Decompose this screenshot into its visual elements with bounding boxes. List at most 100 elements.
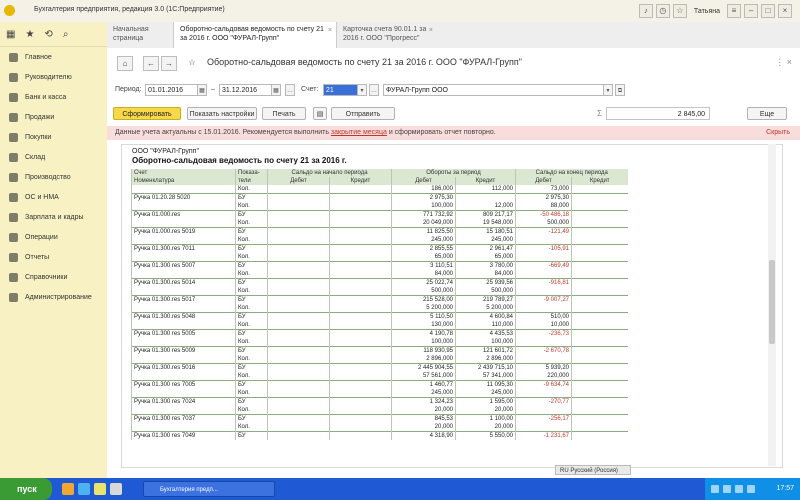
table-cell: БУ (235, 397, 268, 406)
sidebar-item[interactable]: Администрирование (0, 287, 107, 307)
date-to-field[interactable]: 31.12.2016 (219, 84, 277, 96)
minimize-icon[interactable]: – (744, 4, 758, 18)
table-cell (329, 389, 392, 398)
sidebar-item[interactable]: Банк и касса (0, 87, 107, 107)
chevron-down-icon[interactable]: ▾ (603, 84, 613, 96)
open-icon[interactable]: ⧉ (615, 84, 625, 96)
table-cell (571, 270, 628, 279)
maximize-icon[interactable]: □ (761, 4, 775, 18)
table-cell (329, 355, 392, 364)
table-cell (329, 414, 392, 423)
tab-osv-21[interactable]: Оборотно-сальдовая ведомость по счету 21… (173, 22, 337, 48)
sidebar-item[interactable]: Главное (0, 47, 107, 67)
send-button[interactable]: Отправить (331, 107, 395, 120)
bell-icon[interactable]: ♪ (638, 4, 653, 18)
more-button[interactable]: Еще (747, 107, 787, 120)
home-icon[interactable]: ⌂ (117, 56, 133, 71)
tab-home[interactable]: Начальная страница (107, 22, 177, 48)
apps-grid-icon[interactable]: ▦ (6, 29, 15, 40)
app-1c-icon[interactable] (94, 483, 106, 495)
chevron-down-icon[interactable]: ▾ (357, 84, 367, 96)
sidebar-item[interactable]: Руководителю (0, 67, 107, 87)
table-cell: 121 601,72 (455, 346, 516, 355)
sidebar-item[interactable]: Зарплата и кадры (0, 207, 107, 227)
table-cell (267, 346, 330, 355)
table-cell: 2 896,000 (391, 355, 456, 364)
calendar-icon[interactable]: ▦ (271, 84, 281, 96)
show-settings-button[interactable]: Показать настройки (187, 107, 257, 120)
table-cell (267, 202, 330, 211)
organization-field[interactable]: ФУРАЛ-Групп ООО (383, 84, 605, 96)
sidebar-item[interactable]: Производство (0, 167, 107, 187)
volume-icon[interactable] (723, 485, 731, 493)
sidebar-item[interactable]: ОС и НМА (0, 187, 107, 207)
browser-icon[interactable] (78, 483, 90, 495)
close-icon[interactable]: × (429, 26, 433, 35)
table-cell: Ручка 01.000.res 5019 (131, 227, 236, 236)
account-field[interactable]: 21 (323, 84, 359, 96)
table-cell: 4 190,78 (391, 329, 456, 338)
table-cell (267, 287, 330, 296)
table-cell: БУ (235, 363, 268, 372)
table-cell (515, 389, 572, 398)
sidebar-item-label: Покупки (25, 133, 52, 141)
table-cell (329, 202, 392, 211)
tab-account-card[interactable]: Карточка счета 90.01.1 за 2016 г. ООО "П… (337, 22, 437, 48)
hide-warning-link[interactable]: Скрыть (766, 126, 790, 140)
report-scrollbar[interactable] (768, 144, 776, 466)
sidebar-item[interactable]: Продажи (0, 107, 107, 127)
star-icon[interactable]: ☆ (672, 4, 687, 18)
calendar-icon[interactable]: ▦ (197, 84, 207, 96)
table-cell (515, 355, 572, 364)
history-icon[interactable]: ◷ (655, 4, 670, 18)
favorite-star-icon[interactable]: ☆ (185, 56, 199, 69)
sidebar-item[interactable]: Операции (0, 227, 107, 247)
table-cell: 219 789,27 (455, 295, 516, 304)
folder-icon[interactable] (62, 483, 74, 495)
sidebar-item[interactable]: Справочники (0, 267, 107, 287)
table-cell (131, 219, 236, 228)
generate-button[interactable]: Сформировать (113, 107, 181, 120)
keyboard-layout-indicator[interactable]: RU Русский (Россия) (555, 465, 631, 475)
menu-icon[interactable]: ≡ (727, 4, 741, 18)
taskbar-window-button[interactable]: Бухгалтерия предп... (143, 481, 275, 497)
scroll-thumb[interactable] (769, 260, 775, 344)
table-cell: БУ (235, 227, 268, 236)
list-icon (9, 52, 18, 62)
select-button[interactable]: … (369, 84, 379, 96)
history-icon[interactable]: ⟲ (44, 29, 52, 40)
table-cell: 5 550,00 (455, 431, 516, 440)
more-actions-icon[interactable]: ⋮ × (775, 57, 792, 68)
close-month-link[interactable]: закрытие месяца (331, 129, 387, 136)
forward-arrow-icon[interactable]: → (161, 56, 177, 71)
sidebar-item[interactable]: Отчеты (0, 247, 107, 267)
security-icon[interactable] (735, 485, 743, 493)
start-button[interactable]: пуск (0, 478, 52, 500)
table-cell (571, 219, 628, 228)
save-icon[interactable]: ▤ (313, 107, 327, 120)
bank-icon (9, 92, 18, 102)
table-cell: 84,000 (455, 270, 516, 279)
table-cell: 500,000 (391, 287, 456, 296)
gear-icon (9, 292, 18, 302)
language-icon[interactable] (747, 485, 755, 493)
network-icon[interactable] (711, 485, 719, 493)
favorites-star-icon[interactable]: ★ (25, 29, 34, 40)
close-icon[interactable]: × (778, 4, 792, 18)
back-arrow-icon[interactable]: ← (143, 56, 159, 71)
sidebar-item[interactable]: Покупки (0, 127, 107, 147)
user-name[interactable]: Татьяна (690, 8, 724, 15)
sidebar-item[interactable]: Склад (0, 147, 107, 167)
table-cell (329, 312, 392, 321)
search-icon[interactable]: ⌕ (63, 29, 69, 40)
table-cell (131, 338, 236, 347)
date-from-field[interactable]: 01.01.2016 (145, 84, 203, 96)
table-cell: Кол. (235, 304, 268, 313)
table-cell: 771 732,92 (391, 210, 456, 219)
people-icon (9, 212, 18, 222)
desktop-icon[interactable] (110, 483, 122, 495)
close-icon[interactable]: × (328, 26, 332, 35)
print-button[interactable]: Печать (262, 107, 306, 120)
period-choose-button[interactable]: … (285, 84, 295, 96)
table-row: Кол. 100,000 100,000 (131, 338, 628, 347)
